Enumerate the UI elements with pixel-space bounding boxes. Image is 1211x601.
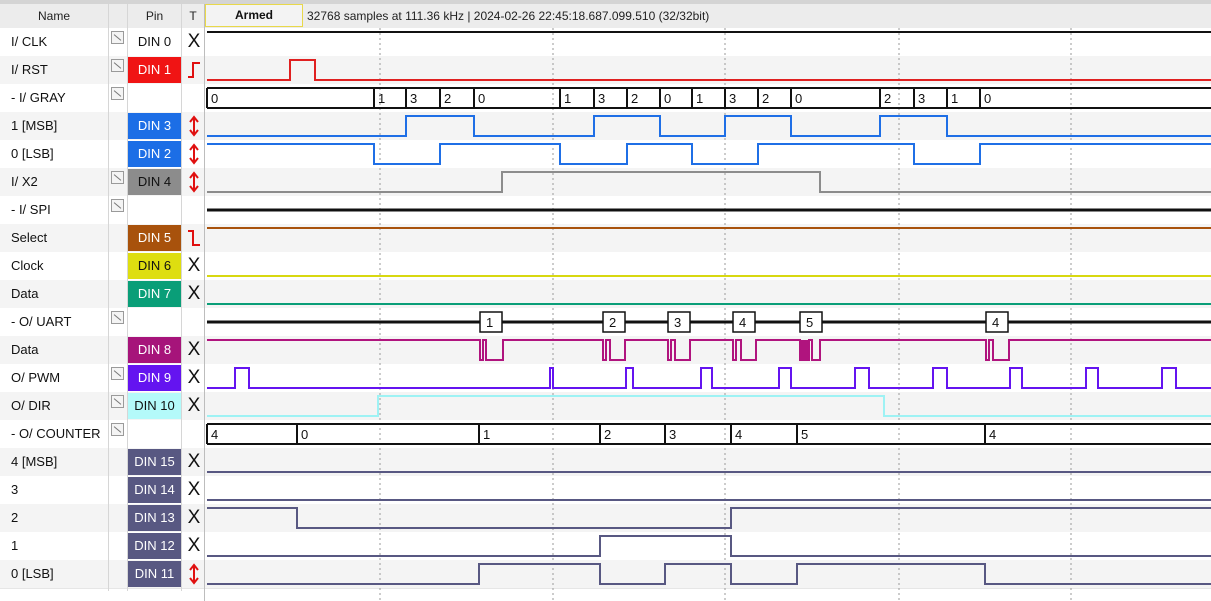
signal-trace <box>207 395 1211 417</box>
logic-analyzer-window: Name Pin T Armed 32768 samples at 111.36… <box>0 0 1211 601</box>
bus-value-label: 3 <box>729 91 736 106</box>
bus-value-label: 2 <box>631 91 638 106</box>
uart-frame-label: 5 <box>806 315 813 330</box>
glitch-fill <box>800 340 809 360</box>
signal-trace <box>207 115 1211 137</box>
bus-value-label: 0 <box>301 427 308 442</box>
bus-value-label: 0 <box>795 91 802 106</box>
bus-value-label: 1 <box>696 91 703 106</box>
bus-value-label: 3 <box>598 91 605 106</box>
signal-trace <box>207 535 1211 557</box>
bus-value-label: 2 <box>444 91 451 106</box>
bus-value-label: 1 <box>483 427 490 442</box>
signal-trace <box>207 171 1211 193</box>
uart-frame-label: 1 <box>486 315 493 330</box>
uart-frame-label: 2 <box>609 315 616 330</box>
bus-value-label: 4 <box>211 427 218 442</box>
bus-value-label: 2 <box>884 91 891 106</box>
signal-trace <box>207 507 1211 529</box>
signal-trace <box>207 143 1211 165</box>
bus-value-label: 0 <box>984 91 991 106</box>
signal-trace <box>207 367 1211 389</box>
bus-value-label: 2 <box>762 91 769 106</box>
bus-value-label: 3 <box>410 91 417 106</box>
bus-value-label: 1 <box>378 91 385 106</box>
signal-trace <box>207 339 1211 361</box>
signal-trace <box>207 563 1211 585</box>
bus-value-label: 2 <box>604 427 611 442</box>
bus-value-label: 3 <box>918 91 925 106</box>
bus-value-label: 1 <box>951 91 958 106</box>
uart-frame-label: 4 <box>992 315 999 330</box>
bus-value-label: 5 <box>801 427 808 442</box>
signal-trace <box>207 59 1211 81</box>
bus-value-label: 4 <box>735 427 742 442</box>
bus-value-label: 0 <box>211 91 218 106</box>
uart-frame-label: 4 <box>739 315 746 330</box>
bus-value-label: 0 <box>478 91 485 106</box>
bus-value-label: 3 <box>669 427 676 442</box>
waveform-view[interactable]: 0 1 3 2 0 1 3 2 0 1 3 2 0 2 3 1 0 1 2 3 4 5 4 4 0 1 2 3 4 5 4 <box>0 0 1211 601</box>
bus-value-label: 4 <box>989 427 996 442</box>
bus-value-label: 1 <box>564 91 571 106</box>
bus-value-label: 0 <box>664 91 671 106</box>
uart-frame-label: 3 <box>674 315 681 330</box>
